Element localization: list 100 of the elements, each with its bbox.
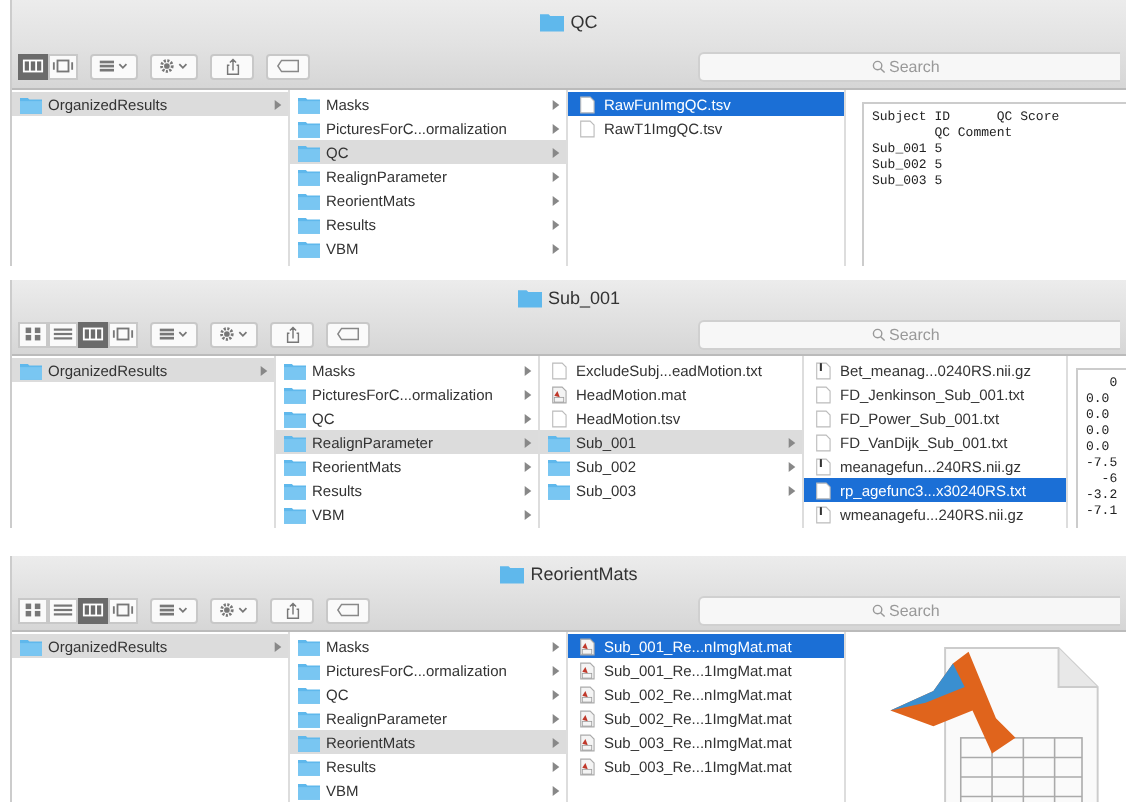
folder-icon	[298, 709, 320, 727]
data-file-icon	[576, 757, 598, 775]
tag-button[interactable]	[266, 53, 310, 79]
coverflow-view-button[interactable]	[108, 597, 138, 623]
chevron-right-icon	[552, 243, 560, 253]
folder-icon	[298, 215, 320, 233]
share-icon	[283, 325, 301, 343]
list-view-button[interactable]	[48, 321, 78, 347]
chevron-right-icon	[788, 485, 796, 495]
tag-button[interactable]	[326, 321, 370, 347]
icons-view-button[interactable]	[18, 597, 48, 623]
columns-view-button[interactable]	[78, 597, 108, 623]
document-icon	[576, 95, 598, 113]
grid-icon	[22, 602, 44, 618]
share-button[interactable]	[270, 321, 314, 347]
folder-icon	[298, 637, 320, 655]
folder-icon	[540, 12, 565, 32]
document-icon	[812, 385, 834, 403]
list-icon	[52, 602, 74, 618]
folder-icon	[298, 143, 320, 161]
document-icon	[812, 481, 834, 499]
coverflow-icon	[112, 326, 134, 342]
share-button[interactable]	[270, 597, 314, 623]
folder-icon	[284, 385, 306, 403]
folder-icon	[20, 95, 42, 113]
folder-icon	[284, 361, 306, 379]
chevron-right-icon	[552, 99, 560, 109]
document-icon	[812, 409, 834, 427]
folder-icon	[298, 757, 320, 775]
chevron-right-icon	[524, 461, 532, 471]
tag-icon	[335, 602, 361, 618]
chevron-right-icon	[524, 509, 532, 519]
chevron-right-icon	[552, 123, 560, 133]
chevron-right-icon	[552, 195, 560, 205]
tag-button[interactable]	[326, 597, 370, 623]
folder-icon	[20, 361, 42, 379]
coverflow-view-button[interactable]	[48, 53, 78, 79]
chevron-right-icon	[552, 713, 560, 723]
search-icon	[871, 603, 885, 617]
list-dropdown-icon	[158, 326, 190, 342]
arrange-button[interactable]	[90, 53, 138, 79]
folder-icon	[298, 781, 320, 799]
script-file-icon	[812, 457, 834, 475]
folder-icon	[284, 409, 306, 427]
folder-icon	[284, 433, 306, 451]
search-field[interactable]: Search	[698, 595, 1120, 625]
list-view-button[interactable]	[48, 597, 78, 623]
chevron-right-icon	[552, 665, 560, 675]
document-icon	[548, 361, 570, 379]
folder-icon	[284, 457, 306, 475]
grid-icon	[22, 326, 44, 342]
search-icon	[871, 59, 885, 73]
gear-icon	[158, 58, 190, 74]
settings-button[interactable]	[210, 321, 258, 347]
list-icon	[52, 326, 74, 342]
folder-icon	[298, 167, 320, 185]
columns-view-button[interactable]	[18, 53, 48, 79]
folder-icon	[298, 239, 320, 257]
coverflow-icon	[112, 602, 134, 618]
columns-icon	[82, 326, 104, 342]
data-file-icon	[576, 709, 598, 727]
icons-view-button[interactable]	[18, 321, 48, 347]
chevron-right-icon	[524, 365, 532, 375]
folder-icon	[298, 661, 320, 679]
folder-icon	[284, 481, 306, 499]
chevron-right-icon	[552, 737, 560, 747]
gear-icon	[218, 326, 250, 342]
chevron-right-icon	[552, 219, 560, 229]
search-input[interactable]: Search	[889, 601, 949, 619]
tag-icon	[335, 326, 361, 342]
folder-icon	[20, 637, 42, 655]
data-file-icon	[576, 661, 598, 679]
coverflow-view-button[interactable]	[108, 321, 138, 347]
chevron-right-icon	[274, 99, 282, 109]
folder-icon	[500, 563, 525, 583]
chevron-right-icon	[552, 689, 560, 699]
folder-icon	[548, 481, 570, 499]
columns-view-button[interactable]	[78, 321, 108, 347]
search-input[interactable]: Search	[889, 325, 949, 343]
share-button[interactable]	[210, 53, 254, 79]
share-icon	[283, 601, 301, 619]
search-input[interactable]: Search	[889, 57, 949, 75]
list-dropdown-icon	[158, 602, 190, 618]
chevron-right-icon	[524, 437, 532, 447]
script-file-icon	[812, 361, 834, 379]
data-file-icon	[576, 733, 598, 751]
settings-button[interactable]	[210, 597, 258, 623]
data-file-icon	[548, 385, 570, 403]
search-field[interactable]: Search	[698, 319, 1120, 349]
window-title: ReorientMats	[530, 563, 638, 583]
columns-icon	[82, 602, 104, 618]
arrange-button[interactable]	[150, 321, 198, 347]
settings-button[interactable]	[150, 53, 198, 79]
folder-icon	[284, 505, 306, 523]
search-icon	[871, 327, 885, 341]
search-field[interactable]: Search	[698, 51, 1120, 81]
document-icon	[812, 433, 834, 451]
arrange-button[interactable]	[150, 597, 198, 623]
chevron-right-icon	[260, 365, 268, 375]
data-file-icon	[576, 637, 598, 655]
